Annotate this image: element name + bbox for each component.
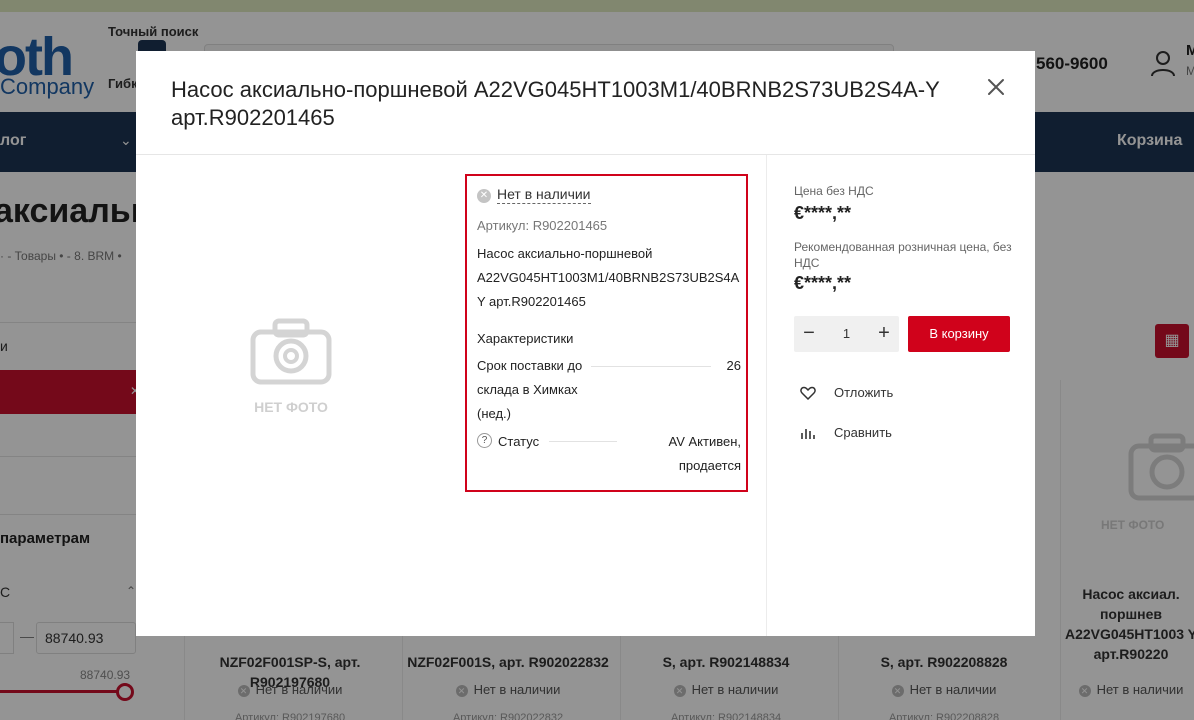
row-leader-line — [591, 366, 711, 367]
product-photo-placeholder: НЕТ ФОТО — [246, 316, 336, 415]
quantity-input[interactable]: 1 — [824, 316, 869, 352]
delivery-time-value: 26 — [726, 358, 741, 373]
product-description: Насос аксиально-поршневой A22VG045HT1003… — [477, 246, 739, 309]
product-article: Артикул: R902201465 — [477, 218, 608, 233]
row-leader-line — [549, 441, 617, 442]
help-icon[interactable]: ? — [477, 433, 492, 448]
close-icon[interactable] — [984, 75, 1008, 99]
status-value: AV Активен, продается — [668, 434, 742, 473]
no-photo-label: НЕТ ФОТО — [254, 399, 328, 415]
characteristics-title: Характеристики — [477, 331, 574, 346]
price-label: Цена без НДС — [794, 184, 874, 198]
product-info-panel: ✕ Нет в наличии Артикул: R902201465 Насос… — [465, 174, 748, 492]
status-label: Статус — [498, 434, 540, 449]
price-value: €****,** — [794, 203, 852, 223]
stock-status[interactable]: ✕ Нет в наличии — [477, 186, 591, 204]
heart-icon — [800, 386, 816, 400]
camera-icon — [250, 318, 332, 385]
delivery-time-label: Срок поставки до склада в Химках (нед.) — [477, 358, 583, 421]
plus-icon[interactable]: + — [869, 316, 899, 352]
rrp-value: €****,** — [794, 273, 852, 293]
modal-divider — [136, 154, 1035, 155]
compare-chart-icon — [801, 429, 815, 439]
modal-column-divider — [766, 155, 767, 636]
modal-title: Насос аксиально-поршневой A22VG045HT1003… — [171, 77, 940, 130]
minus-icon[interactable]: − — [794, 316, 824, 352]
product-quick-view-modal: Насос аксиально-поршневой A22VG045HT1003… — [136, 51, 1035, 636]
quantity-stepper: − 1 + — [794, 316, 899, 352]
rrp-label: Рекомендованная розничная цена, без НДС — [794, 240, 1012, 270]
unavailable-icon: ✕ — [477, 189, 491, 203]
add-to-cart-button[interactable]: В корзину — [908, 316, 1010, 352]
